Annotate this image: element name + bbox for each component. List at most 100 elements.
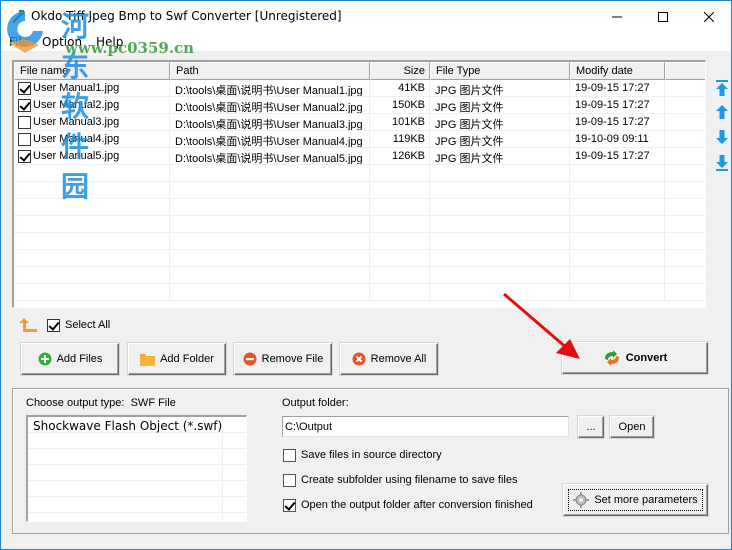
empty-cell <box>14 216 170 232</box>
list-body: User Manual1.jpg D:\tools\桌面\说明书\User Man… <box>14 80 705 301</box>
cell-path: D:\tools\桌面\说明书\User Manual4.jpg <box>170 131 370 147</box>
create-subfolder-checkbox[interactable] <box>283 473 296 487</box>
browse-label: ... <box>586 421 596 433</box>
app-icon <box>12 10 24 23</box>
output-type-label: Choose output type: SWF File <box>26 397 176 409</box>
open-output-folder-checkbox[interactable] <box>283 498 296 512</box>
remove-file-label: Remove File <box>261 353 324 365</box>
cell-filetype: JPG 图片文件 <box>430 131 570 147</box>
empty-cell <box>170 216 370 232</box>
option-save-in-source[interactable]: Save files in source directory <box>283 448 442 462</box>
empty-row <box>28 449 246 465</box>
empty-row <box>14 216 705 233</box>
empty-cell <box>223 513 246 521</box>
cell-empty <box>665 148 705 164</box>
window-title: Okdo Tiff Jpeg Bmp to Swf Converter [Unr… <box>31 9 342 23</box>
cell-filename: User Manual4.jpg <box>14 131 170 147</box>
add-files-button[interactable]: Add Files <box>21 343 119 375</box>
empty-cell <box>430 267 570 283</box>
table-row[interactable]: User Manual5.jpg D:\tools\桌面\说明书\User Man… <box>14 148 705 165</box>
table-row[interactable]: User Manual1.jpg D:\tools\桌面\说明书\User Man… <box>14 80 705 97</box>
output-type-name <box>28 497 223 512</box>
option-open-output-folder[interactable]: Open the output folder after conversion … <box>283 498 533 512</box>
empty-cell <box>170 267 370 283</box>
empty-row <box>28 433 246 449</box>
menu-help[interactable]: Help <box>96 35 123 49</box>
table-row[interactable]: User Manual4.jpg D:\tools\桌面\说明书\User Man… <box>14 131 705 148</box>
cell-path: D:\tools\桌面\说明书\User Manual1.jpg <box>170 80 370 96</box>
move-up-button[interactable] <box>713 103 731 121</box>
empty-cell <box>14 267 170 283</box>
cell-filetype: JPG 图片文件 <box>430 97 570 113</box>
open-output-folder-label: Open the output folder after conversion … <box>301 499 533 511</box>
browse-button[interactable]: ... <box>578 416 604 438</box>
focus-rectangle <box>568 489 703 511</box>
file-name: User Manual1.jpg <box>33 82 120 94</box>
file-name: User Manual4.jpg <box>33 133 120 145</box>
empty-cell <box>370 250 430 266</box>
save-in-source-checkbox[interactable] <box>283 448 296 462</box>
table-row[interactable]: User Manual2.jpg D:\tools\桌面\说明书\User Man… <box>14 97 705 114</box>
empty-cell <box>223 433 246 448</box>
delete-all-icon <box>352 352 366 366</box>
row-checkbox[interactable] <box>18 132 31 146</box>
empty-cell <box>170 250 370 266</box>
empty-row <box>14 267 705 284</box>
up-level-icon[interactable] <box>19 317 39 333</box>
remove-icon <box>243 352 257 366</box>
column-header-filetype[interactable]: File Type <box>430 62 570 80</box>
select-all-label: Select All <box>65 319 111 331</box>
output-type-name <box>28 449 223 464</box>
empty-cell <box>430 199 570 215</box>
cell-modify-date: 19-09-15 17:27 <box>570 114 665 130</box>
move-down-button[interactable] <box>713 128 731 146</box>
empty-row <box>14 250 705 267</box>
empty-cell <box>570 199 665 215</box>
column-header-filename[interactable]: File name <box>14 62 170 80</box>
open-folder-button[interactable]: Open <box>610 416 654 438</box>
open-label: Open <box>618 421 646 433</box>
remove-file-button[interactable]: Remove File <box>234 343 332 375</box>
move-bottom-button[interactable] <box>713 154 731 172</box>
output-type-list[interactable]: Shockwave Flash Object (*.swf) <box>26 415 247 522</box>
menu-file[interactable]: File <box>9 35 29 49</box>
output-type-caption: Choose output type: <box>26 397 125 409</box>
column-header-modify-date[interactable]: Modify date <box>570 62 665 80</box>
remove-all-label: Remove All <box>370 353 427 365</box>
option-create-subfolder[interactable]: Create subfolder using filename to save … <box>283 473 517 487</box>
file-list[interactable]: File name Path Size File Type Modify dat… <box>12 60 706 308</box>
row-checkbox[interactable] <box>18 149 31 163</box>
row-checkbox[interactable] <box>18 98 31 112</box>
output-folder-label: Output folder: <box>282 397 349 409</box>
column-header-size[interactable]: Size <box>370 62 430 80</box>
add-folder-button[interactable]: Add Folder <box>128 343 226 375</box>
empty-row <box>28 513 246 521</box>
empty-cell <box>665 233 705 249</box>
output-type-item[interactable]: Shockwave Flash Object (*.swf) <box>28 417 246 433</box>
file-name: User Manual5.jpg <box>33 150 120 162</box>
row-checkbox[interactable] <box>18 115 31 129</box>
table-row[interactable]: User Manual3.jpg D:\tools\桌面\说明书\User Man… <box>14 114 705 131</box>
maximize-button[interactable] <box>640 1 686 32</box>
select-all-checkbox[interactable] <box>47 318 60 332</box>
close-button[interactable] <box>686 1 732 32</box>
empty-cell <box>665 182 705 198</box>
minimize-button[interactable] <box>594 1 640 32</box>
cell-filetype: JPG 图片文件 <box>430 114 570 130</box>
move-top-button[interactable] <box>713 79 731 97</box>
cell-modify-date: 19-09-15 17:27 <box>570 97 665 113</box>
empty-cell <box>14 182 170 198</box>
column-header-path[interactable]: Path <box>170 62 370 80</box>
cell-filename: User Manual5.jpg <box>14 148 170 164</box>
empty-row <box>14 165 705 182</box>
empty-cell <box>170 284 370 300</box>
remove-all-button[interactable]: Remove All <box>340 343 438 375</box>
arrow-up-icon <box>716 105 728 119</box>
arrow-down-icon <box>716 130 728 144</box>
row-checkbox[interactable] <box>18 81 31 95</box>
output-folder-input[interactable] <box>282 416 569 437</box>
output-type-name <box>28 465 223 480</box>
menu-option[interactable]: Option <box>42 35 82 49</box>
annotation-arrow-icon <box>503 292 580 359</box>
set-more-parameters-button[interactable]: Set more parameters <box>563 484 708 516</box>
